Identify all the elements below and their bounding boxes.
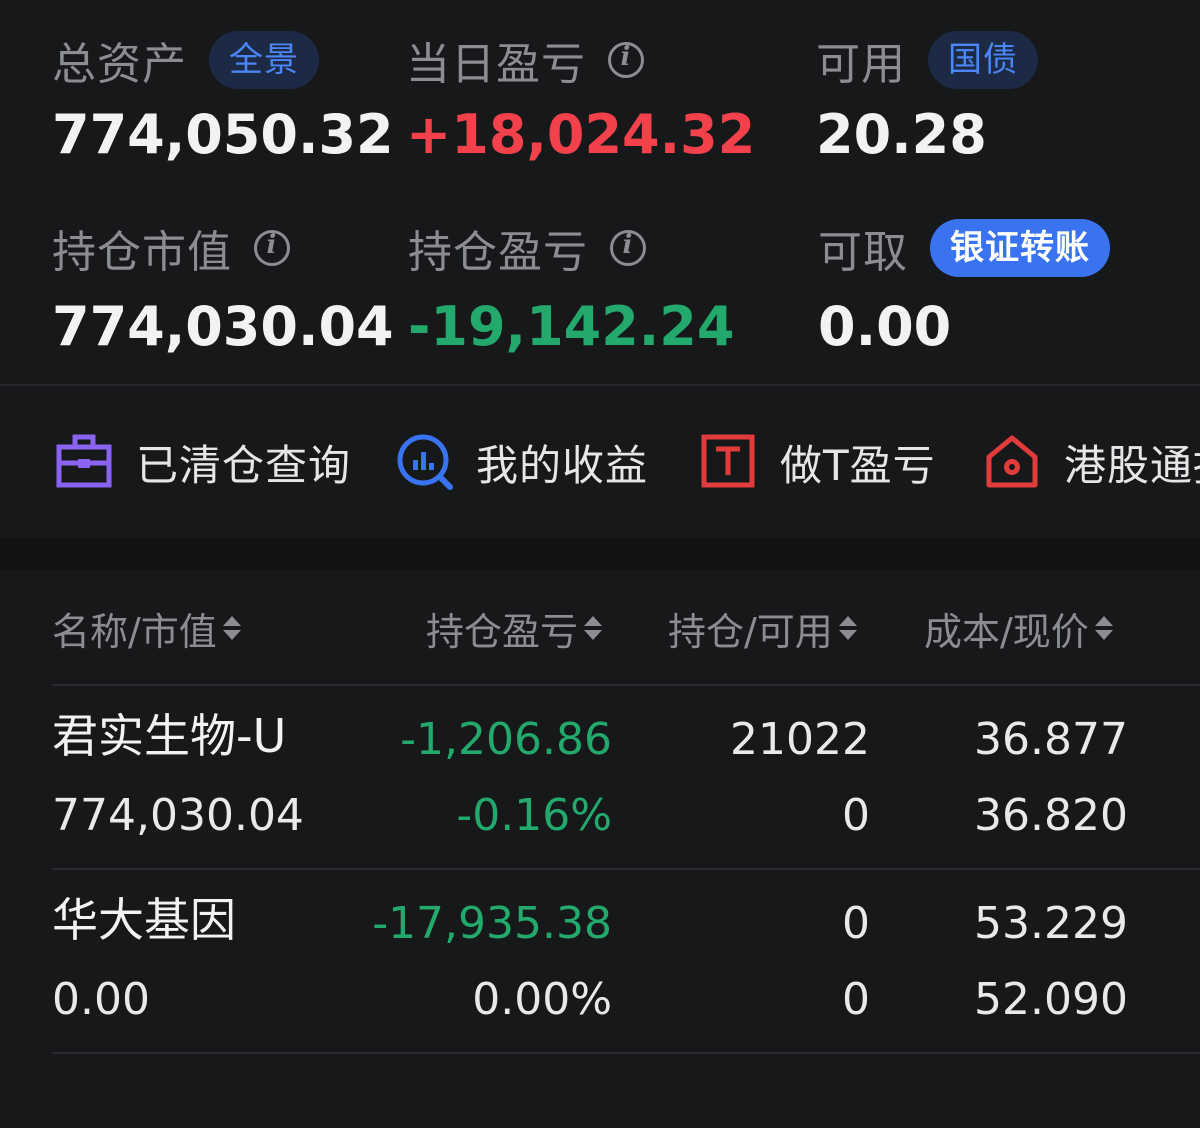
- stock-market-value: 0.00: [52, 974, 150, 1025]
- shortcut-label: 已清仓查询: [136, 440, 352, 490]
- shortcut-label: 港股通持: [1064, 440, 1200, 490]
- available-block[interactable]: 可用 国债 20.28: [816, 28, 1038, 170]
- sort-icon: [584, 616, 603, 640]
- row-divider: [52, 684, 1200, 686]
- stock-available: 0: [842, 790, 870, 841]
- total-assets-value: 774,050.32: [52, 103, 394, 166]
- available-value: 20.28: [816, 103, 987, 166]
- sort-icon: [1094, 616, 1113, 640]
- shortcut-label: 做T盈亏: [780, 440, 936, 490]
- header-label: 持仓/可用: [668, 609, 833, 654]
- stock-name: 华大基因: [52, 893, 236, 947]
- stock-price: 36.820: [974, 790, 1128, 841]
- stock-available: 0: [842, 974, 870, 1025]
- info-icon[interactable]: [254, 230, 290, 266]
- stock-position: 0: [842, 898, 870, 949]
- info-icon[interactable]: [610, 230, 646, 266]
- shortcut-hk-connect[interactable]: 港股通持: [984, 426, 1200, 498]
- stock-pnl: -17,935.38: [372, 898, 612, 949]
- stock-price: 52.090: [974, 974, 1128, 1025]
- day-pnl-label-row: 当日盈亏: [406, 28, 755, 92]
- position-pnl-value: -19,142.24: [408, 295, 735, 358]
- sort-icon: [838, 616, 857, 640]
- header-label: 名称/市值: [52, 609, 217, 654]
- stock-market-value: 774,030.04: [52, 790, 304, 841]
- stock-pnl-pct: -0.16%: [456, 790, 612, 841]
- position-pnl-label-row: 持仓盈亏: [408, 216, 734, 280]
- panorama-badge[interactable]: 全景: [209, 31, 319, 89]
- market-value-label: 持仓市值: [52, 227, 232, 278]
- total-assets-label-row: 总资产 全景: [52, 28, 394, 92]
- treasury-bond-badge[interactable]: 国债: [928, 31, 1038, 89]
- header-label: 成本/现价: [924, 609, 1089, 654]
- header-position-available[interactable]: 持仓/可用: [668, 600, 857, 656]
- briefcase-icon: [56, 433, 114, 491]
- shortcut-bar: 已清仓查询 我的收益 做T盈亏 港股通: [0, 386, 1200, 538]
- withdrawable-label-row: 可取 银证转账: [818, 216, 1110, 280]
- day-pnl-label: 当日盈亏: [406, 39, 586, 90]
- shortcut-my-earnings[interactable]: 我的收益: [396, 426, 648, 498]
- stock-cost: 53.229: [974, 898, 1128, 949]
- stock-name: 君实生物-U: [52, 709, 287, 763]
- available-label-row: 可用 国债: [816, 28, 1038, 92]
- withdrawable-value: 0.00: [818, 295, 952, 358]
- section-separator: [0, 538, 1200, 570]
- account-summary: 总资产 全景 774,050.32 当日盈亏 +18,024.32 可用 国债 …: [0, 0, 1200, 384]
- chart-search-icon: [396, 433, 454, 491]
- shortcut-label: 我的收益: [476, 440, 649, 490]
- day-pnl-block[interactable]: 当日盈亏 +18,024.32: [406, 28, 755, 170]
- header-position-pnl[interactable]: 持仓盈亏: [426, 600, 603, 656]
- stock-pnl-pct: 0.00%: [472, 974, 612, 1025]
- position-pnl-block[interactable]: 持仓盈亏 -19,142.24: [408, 216, 734, 362]
- withdrawable-block[interactable]: 可取 银证转账 0.00: [818, 216, 1110, 362]
- stock-pnl: -1,206.86: [400, 714, 612, 765]
- total-assets-label: 总资产: [52, 39, 187, 90]
- day-pnl-value: +18,024.32: [406, 103, 756, 166]
- market-value-value: 774,030.04: [52, 295, 394, 358]
- header-name-value[interactable]: 名称/市值: [52, 600, 241, 656]
- market-value-label-row: 持仓市值: [52, 216, 394, 280]
- position-pnl-label: 持仓盈亏: [408, 227, 588, 278]
- info-icon[interactable]: [608, 42, 644, 78]
- withdrawable-label: 可取: [818, 227, 908, 278]
- bank-transfer-button[interactable]: 银证转账: [930, 219, 1110, 277]
- sort-icon: [222, 616, 241, 640]
- header-label: 持仓盈亏: [426, 609, 579, 654]
- row-divider: [52, 1052, 1200, 1054]
- stock-cost: 36.877: [974, 714, 1128, 765]
- row-divider: [52, 868, 1200, 870]
- stock-position: 21022: [730, 714, 870, 765]
- account-page: 总资产 全景 774,050.32 当日盈亏 +18,024.32 可用 国债 …: [0, 0, 1200, 1128]
- available-label: 可用: [816, 39, 906, 90]
- total-assets-block[interactable]: 总资产 全景 774,050.32: [52, 28, 394, 170]
- hk-house-icon: [984, 433, 1042, 491]
- market-value-block[interactable]: 持仓市值 774,030.04: [52, 216, 394, 362]
- header-cost-price[interactable]: 成本/现价: [924, 600, 1113, 656]
- shortcut-t-trading-pnl[interactable]: 做T盈亏: [700, 426, 936, 498]
- holdings-table: 名称/市值 持仓盈亏 持仓/可用 成本/现价 君实生物-U 774,030.04…: [0, 570, 1200, 1128]
- shortcut-cleared-positions[interactable]: 已清仓查询: [56, 426, 351, 498]
- t-box-icon: [700, 433, 758, 491]
